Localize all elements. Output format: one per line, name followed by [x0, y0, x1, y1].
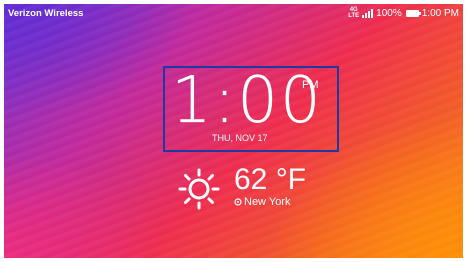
battery-percent: 100% — [376, 7, 402, 19]
network-subtype-label: LTE — [348, 13, 360, 19]
network-type-icon: 4G LTE — [348, 7, 359, 19]
location-pin-icon — [234, 198, 242, 206]
clock-time: 1:00 — [171, 64, 323, 138]
sun-icon — [178, 168, 220, 210]
battery-icon — [405, 9, 421, 17]
weather-location: New York — [234, 196, 290, 208]
signal-strength-icon — [362, 8, 374, 18]
status-bar: Verizon Wireless 4G LTE 100% 1:00 PM — [4, 4, 463, 22]
lock-screen: Verizon Wireless 4G LTE 100% 1:00 PM 1:0… — [4, 4, 463, 258]
clock-widget[interactable]: 1:00 PM THU, NOV 17 — [163, 64, 339, 152]
temperature: 62 °F — [234, 163, 307, 196]
carrier-name: Verizon Wireless — [8, 7, 84, 19]
location-name: New York — [244, 196, 291, 208]
status-indicators: 4G LTE 100% 1:00 PM — [348, 7, 459, 19]
status-time: 1:00 PM — [421, 7, 459, 19]
clock-ampm: PM — [302, 79, 319, 91]
clock-date: THU, NOV 17 — [212, 133, 268, 143]
